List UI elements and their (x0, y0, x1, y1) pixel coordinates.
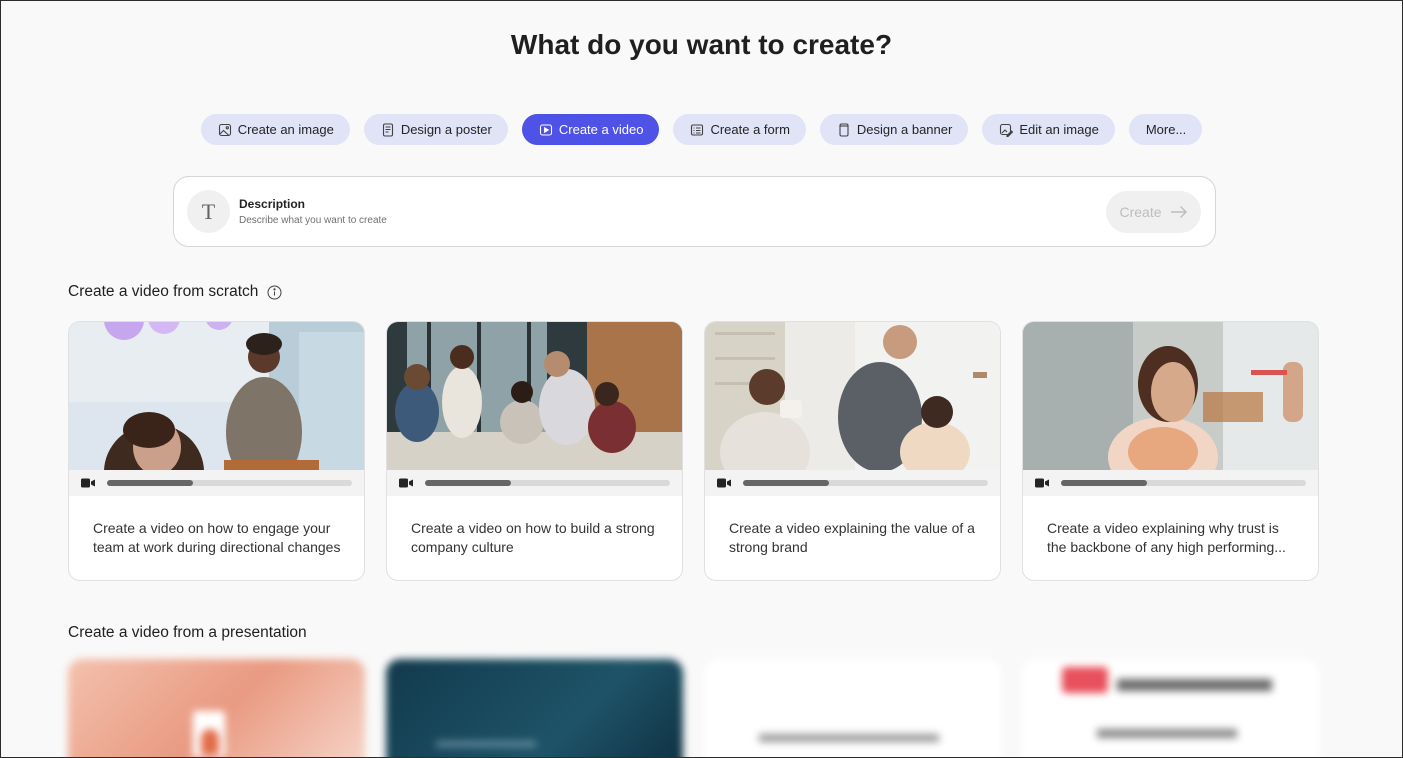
presentation-thumbnail (1097, 729, 1237, 738)
chip-edit-image[interactable]: Edit an image (982, 114, 1115, 145)
video-camera-icon (717, 478, 731, 488)
chip-label: More... (1145, 122, 1187, 137)
description-label: Description (239, 197, 306, 211)
presentation-thumbnail (759, 734, 939, 742)
progress-track (107, 480, 352, 486)
progress-fill (425, 480, 511, 486)
video-cards: Create a video on how to engage your tea… (68, 321, 1319, 581)
presentation-card[interactable] (386, 659, 683, 757)
video-icon (539, 123, 553, 137)
video-thumbnail (1023, 322, 1318, 470)
video-camera-icon (399, 478, 413, 488)
create-button-label: Create (1119, 204, 1162, 220)
progress-fill (1061, 480, 1147, 486)
card-prompt-text: Create a video on how to engage your tea… (93, 520, 341, 555)
presentation-logo-bar (1117, 679, 1272, 691)
card-prompt-text: Create a video explaining the value of a… (729, 520, 975, 555)
chip-label: Design a poster (400, 122, 492, 137)
player-bar (1023, 470, 1318, 496)
player-bar (387, 470, 682, 496)
video-card[interactable]: Create a video explaining the value of a… (704, 321, 1001, 581)
progress-fill (743, 480, 829, 486)
presentation-cards (68, 659, 1319, 757)
create-button[interactable]: Create (1106, 191, 1201, 233)
chip-label: Design a banner (856, 122, 953, 137)
poster-icon (381, 122, 395, 137)
video-thumbnail (69, 322, 364, 470)
chip-create-image[interactable]: Create an image (200, 114, 350, 145)
form-icon (690, 123, 704, 137)
card-prompt-text: Create a video on how to build a strong … (411, 520, 655, 555)
progress-fill (107, 480, 193, 486)
page-title: What do you want to create? (510, 29, 893, 60)
info-icon[interactable] (267, 285, 282, 300)
section-title-presentation: Create a video from a presentation (68, 624, 307, 642)
chip-create-form[interactable]: Create a form (673, 114, 806, 145)
section-title-scratch: Create a video from scratch (68, 283, 282, 301)
chip-label: Create a form (710, 122, 790, 137)
chip-create-video[interactable]: Create a video (521, 114, 660, 145)
text-icon: T (187, 190, 230, 233)
video-card[interactable]: Create a video on how to engage your tea… (68, 321, 365, 581)
app-frame: What do you want to create? Create an im… (0, 0, 1403, 758)
presentation-logo (1062, 667, 1108, 693)
presentation-thumbnail (436, 741, 536, 747)
video-card[interactable]: Create a video on how to build a strong … (386, 321, 683, 581)
chip-label: Create an image (237, 122, 334, 137)
chip-design-poster[interactable]: Design a poster (363, 114, 508, 145)
video-card[interactable]: Create a video explaining why trust is t… (1022, 321, 1319, 581)
chip-more[interactable]: More... (1128, 114, 1203, 145)
description-input[interactable]: Describe what you want to create (239, 215, 387, 226)
video-thumbnail (387, 322, 682, 470)
player-bar (69, 470, 364, 496)
presentation-card[interactable] (68, 659, 365, 757)
presentation-thumbnail-shape (201, 729, 219, 755)
edit-image-icon (999, 123, 1014, 137)
description-box[interactable]: T Description Describe what you want to … (173, 176, 1216, 247)
section-title-text: Create a video from a presentation (68, 624, 307, 641)
arrow-right-icon (1170, 206, 1187, 218)
progress-track (425, 480, 670, 486)
banner-icon (837, 122, 851, 137)
video-camera-icon (1035, 478, 1049, 488)
chip-design-banner[interactable]: Design a banner (819, 114, 969, 145)
presentation-card[interactable] (704, 659, 1001, 757)
template-chips: Create an image Design a poster Create a… (1, 114, 1402, 145)
player-bar (705, 470, 1000, 496)
chip-label: Edit an image (1019, 122, 1099, 137)
progress-track (743, 480, 988, 486)
video-thumbnail (705, 322, 1000, 470)
chip-label: Create a video (558, 122, 644, 137)
presentation-card[interactable] (1022, 659, 1319, 757)
progress-track (1061, 480, 1306, 486)
video-camera-icon (81, 478, 95, 488)
section-title-text: Create a video from scratch (68, 283, 259, 300)
card-prompt-text: Create a video explaining why trust is t… (1047, 520, 1286, 555)
image-icon (218, 123, 232, 137)
